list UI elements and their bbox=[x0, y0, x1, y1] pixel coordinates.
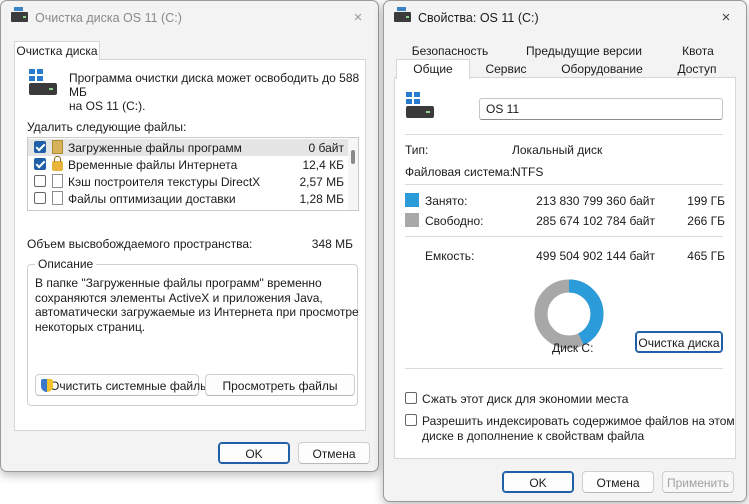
lock-icon bbox=[52, 156, 63, 171]
free-bytes: 285 674 102 784 байт bbox=[536, 214, 655, 228]
file-name: Загруженные файлы программ bbox=[68, 141, 242, 155]
drive-icon bbox=[394, 7, 411, 22]
description-text: В папке "Загруженные файлы программ" вре… bbox=[35, 276, 359, 334]
index-label: Разрешить индексировать содержимое файло… bbox=[422, 414, 735, 443]
divider bbox=[405, 236, 723, 237]
cleanup-tab-panel: Программа очистки диска может освободить… bbox=[14, 59, 366, 431]
freed-space-label: Объем высвобождаемого пространства: bbox=[27, 237, 253, 251]
document-icon bbox=[52, 174, 63, 188]
drive-icon bbox=[29, 69, 63, 99]
used-color-swatch bbox=[405, 193, 419, 207]
free-label: Свободно: bbox=[425, 214, 484, 228]
tab-service[interactable]: Сервис bbox=[468, 60, 544, 78]
drive-icon bbox=[406, 92, 440, 122]
general-tab-panel: OS 11 Тип: Локальный диск Файловая систе… bbox=[394, 77, 736, 459]
clean-system-files-label: Очистить системные файлы bbox=[50, 379, 209, 393]
divider bbox=[405, 184, 723, 185]
freed-space-value: 348 МБ bbox=[311, 237, 353, 251]
type-value: Локальный диск bbox=[512, 143, 603, 157]
capacity-label: Емкость: bbox=[425, 249, 475, 263]
free-gb: 266 ГБ bbox=[687, 214, 725, 228]
properties-titlebar: Свойства: OS 11 (C:) × bbox=[384, 1, 746, 35]
file-name: Временные файлы Интернета bbox=[68, 158, 238, 172]
list-item[interactable]: Временные файлы Интернета 12,4 КБ bbox=[28, 156, 350, 173]
cleanup-intro-text: Программа очистки диска может освободить… bbox=[69, 71, 360, 113]
file-checkbox[interactable] bbox=[34, 141, 46, 153]
divider bbox=[405, 134, 723, 135]
compress-checkbox[interactable] bbox=[405, 392, 417, 404]
folder-icon bbox=[52, 140, 63, 154]
tab-general[interactable]: Общие bbox=[396, 59, 470, 79]
cleanup-cancel-button[interactable]: Отмена bbox=[298, 442, 370, 464]
file-checkbox[interactable] bbox=[34, 158, 46, 170]
disk-cleanup-window: Очистка диска OS 11 (C:) × Очистка диска… bbox=[0, 0, 379, 472]
cleanup-window-title: Очистка диска OS 11 (C:) bbox=[35, 11, 182, 25]
file-size: 1,28 МБ bbox=[299, 192, 344, 206]
disk-usage-donut bbox=[534, 279, 604, 349]
file-name: Кэш построителя текстуры DirectX bbox=[68, 175, 261, 189]
tab-previous-versions[interactable]: Предыдущие версии bbox=[508, 42, 660, 60]
capacity-bytes: 499 504 902 144 байт bbox=[536, 249, 655, 263]
properties-ok-button[interactable]: OK bbox=[502, 471, 574, 493]
tab-security[interactable]: Безопасность bbox=[394, 42, 506, 60]
file-size: 2,57 МБ bbox=[299, 175, 344, 189]
file-checkbox[interactable] bbox=[34, 192, 46, 204]
used-bytes: 213 830 799 360 байт bbox=[536, 194, 655, 208]
disk-cleanup-button[interactable]: Очистка диска bbox=[635, 331, 723, 353]
tab-sharing[interactable]: Доступ bbox=[660, 60, 734, 78]
properties-cancel-button[interactable]: Отмена bbox=[582, 471, 654, 493]
properties-window: Свойства: OS 11 (C:) × Безопасность Пред… bbox=[383, 0, 747, 502]
file-size: 12,4 КБ bbox=[302, 158, 344, 172]
filesystem-value: NTFS bbox=[512, 165, 544, 179]
used-gb: 199 ГБ bbox=[687, 194, 725, 208]
file-name: Файлы оптимизации доставки bbox=[68, 192, 236, 206]
list-item[interactable]: Кэш построителя текстуры DirectX 2,57 МБ bbox=[28, 173, 350, 190]
file-checkbox[interactable] bbox=[34, 175, 46, 187]
compress-label: Сжать этот диск для экономии места bbox=[422, 392, 629, 406]
close-icon[interactable]: × bbox=[714, 7, 738, 29]
list-scrollbar[interactable] bbox=[348, 138, 358, 210]
cleanup-titlebar: Очистка диска OS 11 (C:) × bbox=[1, 1, 378, 35]
drive-name-field[interactable]: OS 11 bbox=[479, 98, 723, 120]
cleanup-ok-button[interactable]: OK bbox=[218, 442, 290, 464]
view-files-button[interactable]: Просмотреть файлы bbox=[205, 374, 355, 396]
shield-icon bbox=[41, 379, 53, 392]
scrollbar-thumb[interactable] bbox=[351, 150, 355, 164]
drive-name-value: OS 11 bbox=[486, 102, 520, 116]
tab-hardware[interactable]: Оборудование bbox=[546, 60, 658, 78]
free-color-swatch bbox=[405, 213, 419, 227]
divider bbox=[405, 368, 723, 369]
disk-label: Диск C: bbox=[552, 341, 594, 355]
list-item[interactable]: Файлы оптимизации доставки 1,28 МБ bbox=[28, 190, 350, 207]
filesystem-label: Файловая система: bbox=[405, 165, 514, 179]
list-item[interactable]: Загруженные файлы программ 0 байт bbox=[28, 139, 350, 156]
used-label: Занято: bbox=[425, 194, 468, 208]
close-icon[interactable]: × bbox=[346, 7, 370, 29]
document-icon bbox=[52, 191, 63, 205]
clean-system-files-button[interactable]: Очистить системные файлы bbox=[35, 374, 209, 396]
description-title: Описание bbox=[35, 257, 97, 271]
file-size: 0 байт bbox=[308, 141, 344, 155]
delete-files-label: Удалить следующие файлы: bbox=[27, 120, 187, 134]
apply-button[interactable]: Применить bbox=[662, 471, 734, 493]
capacity-gb: 465 ГБ bbox=[687, 249, 725, 263]
index-checkbox[interactable] bbox=[405, 414, 417, 426]
type-label: Тип: bbox=[405, 143, 429, 157]
properties-window-title: Свойства: OS 11 (C:) bbox=[418, 11, 539, 25]
files-to-delete-list[interactable]: Загруженные файлы программ 0 байт Времен… bbox=[27, 137, 359, 211]
tab-disk-cleanup[interactable]: Очистка диска bbox=[14, 41, 100, 60]
drive-icon bbox=[11, 7, 28, 22]
tab-quota[interactable]: Квота bbox=[662, 42, 734, 60]
